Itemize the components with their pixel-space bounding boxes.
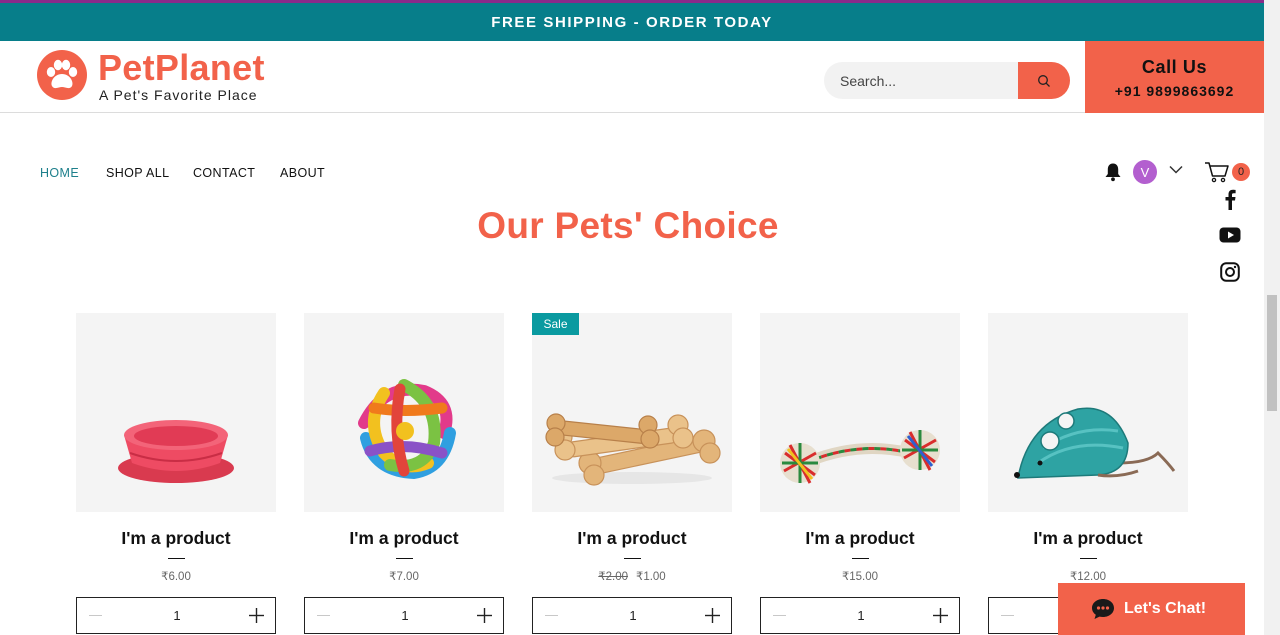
quantity-value[interactable]: 1 [533,608,733,623]
product-image-woven-mouse-toy[interactable] [988,313,1188,512]
site-header: PetPlanet A Pet's Favorite Place Call Us… [0,41,1264,113]
paw-logo-icon[interactable] [37,50,87,100]
search-input[interactable] [824,62,1018,99]
product-price: ₹2.00 ₹1.00 [532,569,732,583]
section-title: Our Pets' Choice [477,205,779,246]
avatar-initial: V [1140,164,1150,180]
call-us-title: Call Us [1141,57,1208,77]
cart-count-badge[interactable]: 0 [1232,163,1250,181]
product-card[interactable]: I'm a product ₹6.00 1 [76,313,276,635]
nav-about[interactable]: ABOUT [280,166,325,180]
price-value: ₹1.00 [636,571,666,583]
quantity-stepper[interactable]: 1 [760,597,960,634]
product-image-chew-bones[interactable]: Sale [532,313,732,512]
chevron-down-icon[interactable] [1169,165,1183,174]
product-name[interactable]: I'm a product [532,528,732,549]
quantity-value[interactable]: 1 [77,608,277,623]
avatar[interactable]: V [1133,160,1157,184]
main-nav: HOME SHOP ALL CONTACT ABOUT V 0 [0,114,1264,204]
product-image-rope-toy[interactable] [760,313,960,512]
price-value: ₹7.00 [389,571,419,583]
instagram-icon[interactable] [1219,261,1241,283]
nav-home[interactable]: HOME [40,166,79,180]
divider [168,558,185,559]
plus-icon[interactable] [704,607,721,624]
brand-tagline: A Pet's Favorite Place [99,87,258,103]
divider [852,558,869,559]
cart-icon[interactable] [1204,160,1232,184]
divider [396,558,413,559]
quantity-value[interactable]: 1 [305,608,505,623]
product-image-pink-pet-bowl[interactable] [76,313,276,512]
product-name[interactable]: I'm a product [760,528,960,549]
quantity-stepper[interactable]: 1 [304,597,504,634]
product-image-rubber-knot-ball[interactable] [304,313,504,512]
nav-shop-all[interactable]: SHOP ALL [106,166,169,180]
announcement-bar: FREE SHIPPING - ORDER TODAY [0,3,1264,41]
page: FREE SHIPPING - ORDER TODAY PetPlanet A … [0,0,1280,635]
price-value: ₹15.00 [841,571,879,583]
plus-icon[interactable] [248,607,265,624]
divider [624,558,641,559]
chat-label: Let's Chat! [1124,600,1207,617]
quantity-stepper[interactable]: 1 [76,597,276,634]
plus-icon[interactable] [476,607,493,624]
product-card[interactable]: Sale I'm a product ₹2.00 ₹1.00 1 [532,313,732,635]
price-value: ₹12.00 [1069,571,1107,583]
search-button[interactable] [1018,62,1070,99]
bell-icon[interactable] [1104,162,1122,182]
product-card[interactable]: I'm a product ₹7.00 1 [304,313,504,635]
product-card[interactable]: I'm a product ₹15.00 1 [760,313,960,635]
sale-badge: Sale [532,313,579,335]
product-price: ₹12.00 [988,569,1188,583]
plus-icon[interactable] [932,607,949,624]
product-price: ₹7.00 [304,569,504,583]
product-name[interactable]: I'm a product [988,528,1188,549]
search-box [824,62,1070,99]
brand-name[interactable]: PetPlanet [98,47,265,89]
divider [1080,558,1097,559]
product-name[interactable]: I'm a product [304,528,504,549]
quantity-stepper[interactable]: 1 [532,597,732,634]
announcement-text: FREE SHIPPING - ORDER TODAY [491,13,773,31]
quantity-value[interactable]: 1 [761,608,961,623]
price-value: ₹6.00 [161,571,191,583]
product-name[interactable]: I'm a product [76,528,276,549]
nav-contact[interactable]: CONTACT [193,166,255,180]
product-price: ₹15.00 [760,569,960,583]
chat-bubble-icon [1092,599,1114,619]
call-us-box[interactable]: Call Us +91 9899863692 [1085,41,1264,113]
original-price: ₹2.00 [598,571,628,583]
lets-chat-button[interactable]: Let's Chat! [1058,583,1245,635]
call-us-phone[interactable]: +91 9899863692 [1085,83,1264,99]
scrollbar-thumb[interactable] [1267,295,1277,411]
search-icon [1038,74,1050,87]
product-price: ₹6.00 [76,569,276,583]
